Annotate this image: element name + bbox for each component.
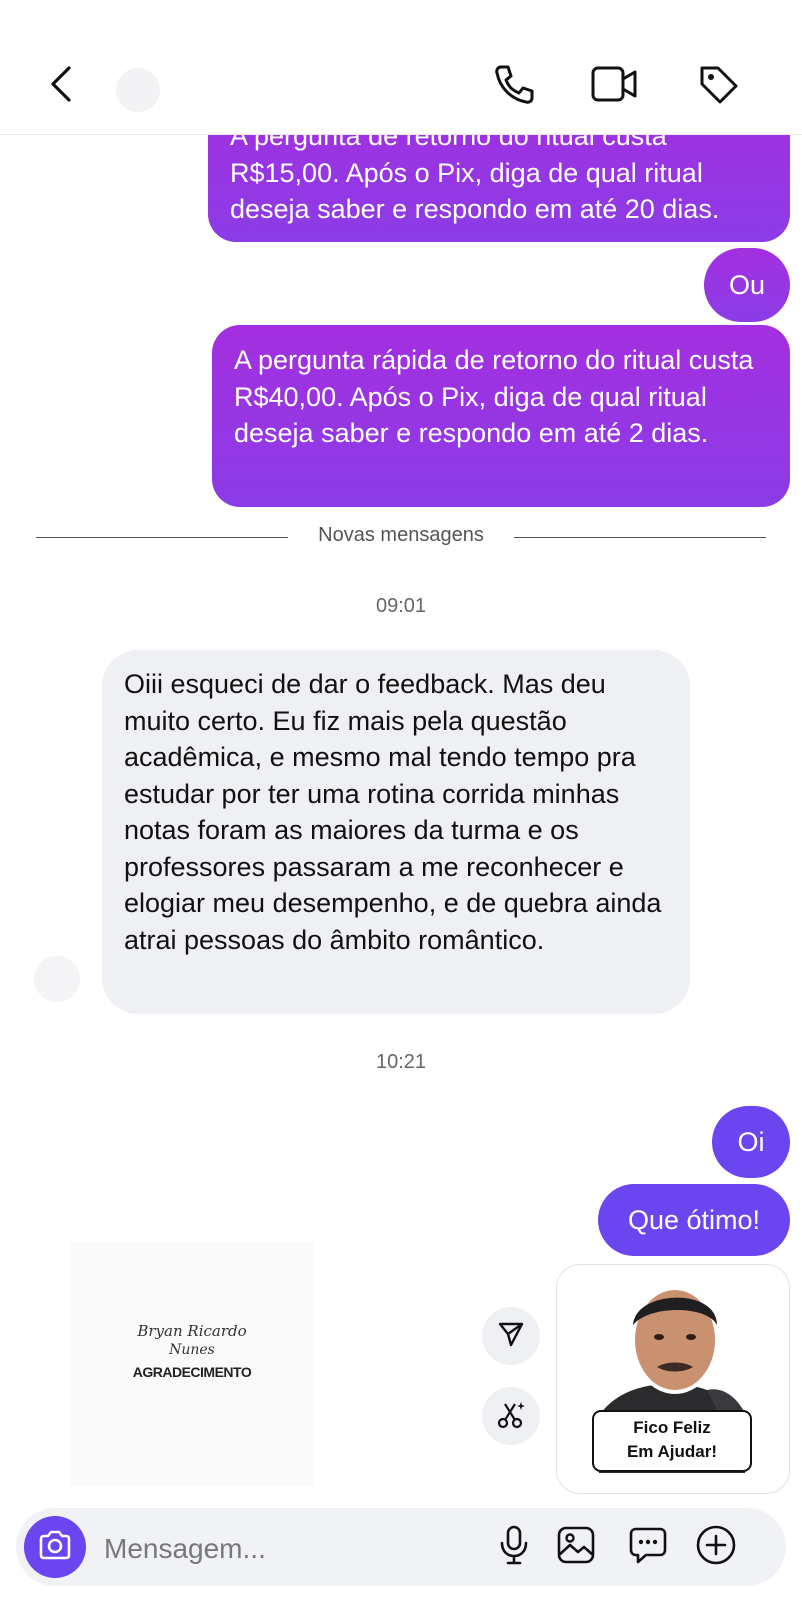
video-call-button[interactable] (590, 62, 638, 110)
message-input[interactable] (102, 1530, 406, 1568)
chat-thread[interactable]: A pergunta de retorno do ritual custa R$… (0, 134, 802, 1506)
outgoing-message[interactable]: A pergunta de retorno do ritual custa R$… (208, 134, 790, 242)
scissors-sparkle-icon (495, 1398, 527, 1435)
shared-post-card[interactable]: Bryan Ricardo Bryan Ricardo Nunes AGRADE… (70, 1242, 314, 1486)
outgoing-message[interactable]: Ou (704, 248, 790, 322)
chat-bubble-icon (628, 1525, 668, 1570)
sticker-text-line2: Em Ajudar! (626, 1442, 718, 1461)
remix-button[interactable] (482, 1387, 540, 1445)
divider-line-right (514, 537, 766, 538)
message-composer (16, 1508, 786, 1586)
gallery-button[interactable] (554, 1525, 598, 1569)
camera-icon (38, 1530, 72, 1565)
contact-avatar[interactable] (116, 68, 160, 112)
image-icon (556, 1525, 596, 1570)
card-signature-name: Bryan Ricardo (137, 1322, 247, 1340)
sender-avatar[interactable] (34, 956, 80, 1002)
incoming-message[interactable]: Oiii esqueci de dar o feedback. Mas deu … (102, 650, 690, 1014)
outgoing-message[interactable]: Oi (712, 1106, 790, 1178)
sticker-button[interactable] (626, 1525, 670, 1569)
message-text: Ou (728, 270, 766, 300)
card-signature-surname: Nunes (169, 1342, 215, 1358)
timestamp: 10:21 (375, 1051, 427, 1073)
send-icon (496, 1319, 526, 1354)
video-camera-icon (590, 64, 638, 109)
back-button[interactable] (38, 62, 86, 110)
new-messages-divider: Novas mensagens (318, 524, 484, 546)
message-text: A pergunta rápida de retorno do ritual c… (234, 345, 754, 448)
sticker-message[interactable]: Fico Feliz Em Ajudar! (556, 1264, 790, 1494)
chevron-left-icon (47, 64, 77, 109)
sticker-text-line1: Fico Feliz (633, 1418, 711, 1437)
camera-button[interactable] (24, 1516, 86, 1578)
chat-header (0, 0, 802, 135)
microphone-icon (497, 1525, 531, 1570)
tag-icon (696, 62, 740, 111)
message-text: Oi (737, 1127, 765, 1157)
tag-button[interactable] (694, 62, 742, 110)
message-text: Oiii esqueci de dar o feedback. Mas deu … (124, 669, 662, 955)
more-options-button[interactable] (694, 1525, 738, 1569)
timestamp: 09:01 (375, 595, 427, 617)
plus-circle-icon (695, 1524, 737, 1571)
card-title: AGRADECIMENTO (132, 1364, 252, 1380)
message-text: Que ótimo! (627, 1205, 761, 1235)
phone-icon (492, 62, 536, 111)
outgoing-message[interactable]: A pergunta rápida de retorno do ritual c… (212, 325, 790, 507)
message-text: A pergunta de retorno do ritual custa R$… (230, 134, 720, 224)
outgoing-message[interactable]: Que ótimo! (598, 1184, 790, 1256)
call-button[interactable] (490, 62, 538, 110)
share-button[interactable] (482, 1307, 540, 1365)
voice-message-button[interactable] (492, 1525, 536, 1569)
